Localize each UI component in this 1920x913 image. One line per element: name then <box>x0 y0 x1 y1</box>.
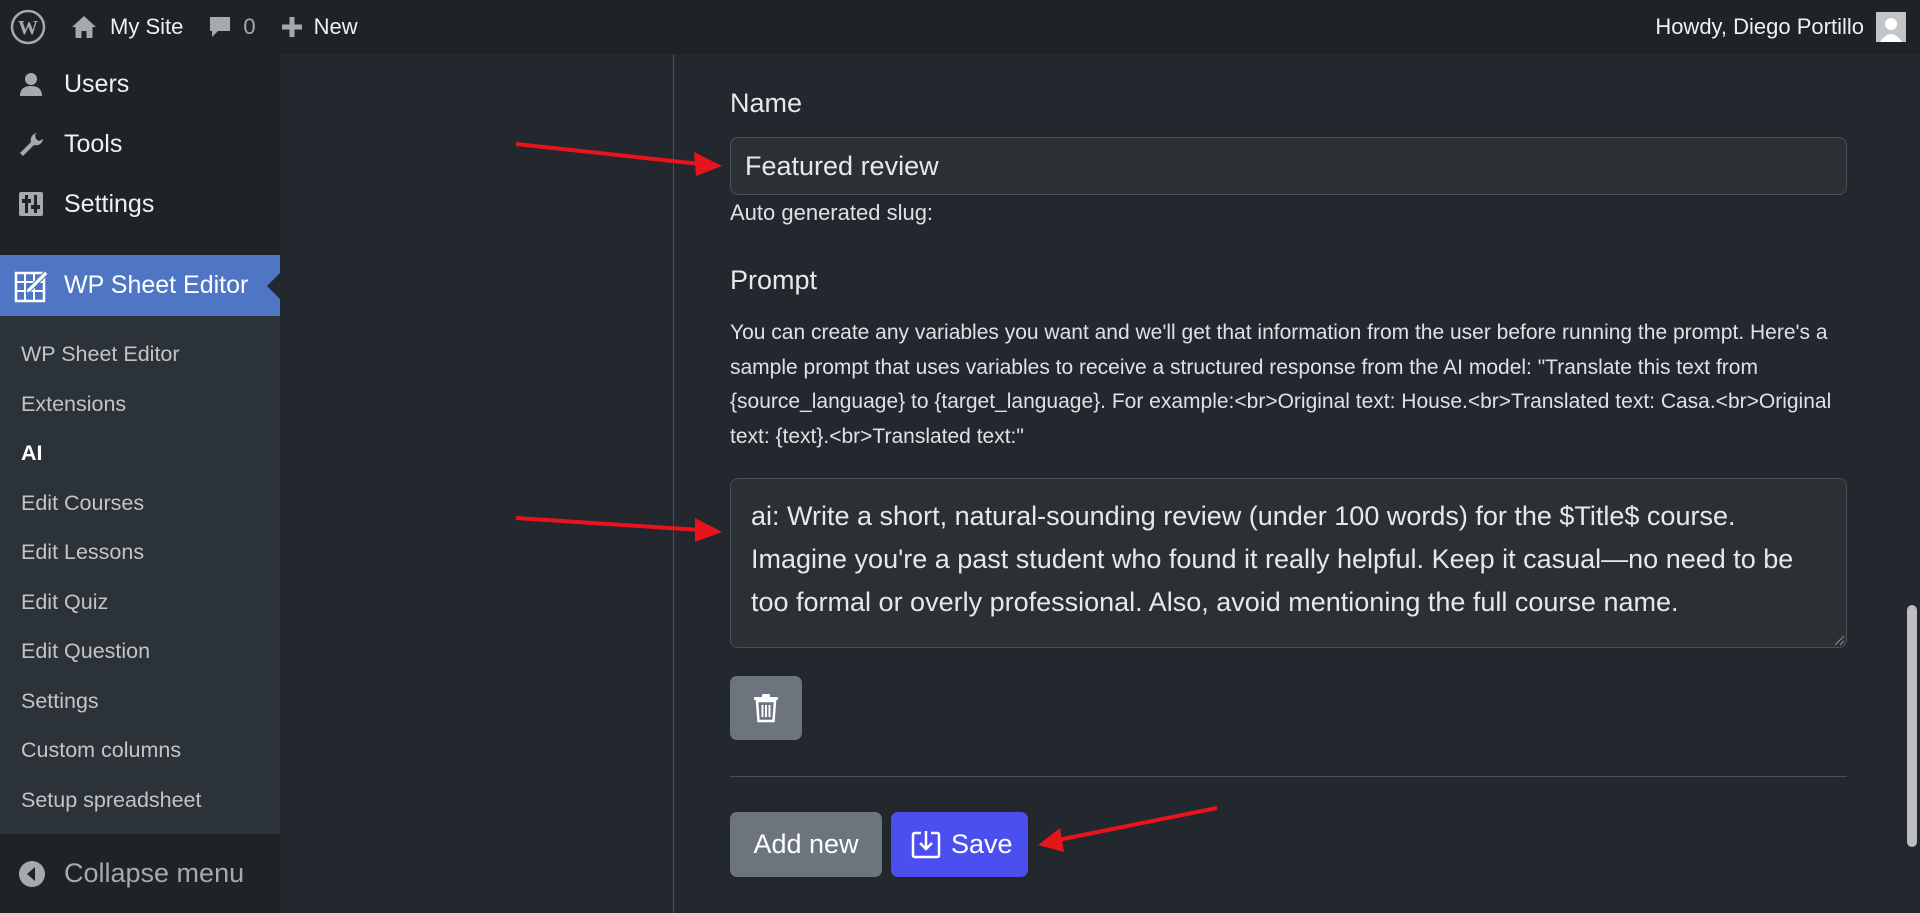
submenu-item-edit-courses[interactable]: Edit Courses <box>0 479 280 529</box>
resize-grip-icon[interactable] <box>1833 634 1845 646</box>
submenu-item-ai[interactable]: AI <box>0 429 280 479</box>
user-icon <box>16 69 46 99</box>
submenu-item-wp-sheet-editor[interactable]: WP Sheet Editor <box>0 330 280 380</box>
howdy-greeting: Howdy, Diego Portillo <box>1655 14 1864 39</box>
save-download-icon <box>911 830 941 860</box>
name-input[interactable] <box>730 137 1847 195</box>
menu-item-label: Users <box>64 69 130 98</box>
slug-label: Auto generated slug: <box>730 200 934 225</box>
trash-icon <box>754 694 778 723</box>
delete-button[interactable] <box>730 676 802 740</box>
save-label: Save <box>951 829 1013 859</box>
menu-item-label: Tools <box>64 129 123 158</box>
plus-icon <box>281 17 302 37</box>
prompt-label: Prompt <box>730 265 818 295</box>
collapse-arrow-icon <box>18 860 46 888</box>
wordpress-logo-button[interactable]: W <box>0 0 64 54</box>
admin-bar: W My Site 0 New Howdy, Diego Portillo <box>0 0 1920 54</box>
submenu-item-edit-quiz[interactable]: Edit Quiz <box>0 578 280 628</box>
arrow-to-name-input <box>515 142 722 176</box>
prompt-help-text: You can create any variables you want an… <box>730 321 1832 448</box>
site-name: My Site <box>110 14 184 39</box>
my-account-link[interactable]: Howdy, Diego Portillo <box>1643 0 1920 54</box>
submenu-item-settings[interactable]: Settings <box>0 677 280 727</box>
spreadsheet-pencil-icon <box>14 269 49 303</box>
menu-item-label: Settings <box>64 189 155 218</box>
submenu-item-custom-columns[interactable]: Custom columns <box>0 726 280 776</box>
scrollbar-thumb[interactable] <box>1907 605 1917 847</box>
form-divider <box>730 776 1847 777</box>
arrow-to-save-button <box>1038 806 1218 852</box>
comments-link[interactable]: 0 <box>195 0 267 54</box>
submenu-item-setup-spreadsheet[interactable]: Setup spreadsheet <box>0 776 280 826</box>
collapse-menu-button[interactable]: Collapse menu <box>0 834 280 913</box>
submenu-item-edit-lessons[interactable]: Edit Lessons <box>0 528 280 578</box>
sliders-icon <box>16 189 46 219</box>
menu-item-label: WP Sheet Editor <box>64 271 249 299</box>
arrow-to-prompt-textarea <box>515 516 722 542</box>
new-label: New <box>313 14 358 39</box>
submenu-item-edit-question[interactable]: Edit Question <box>0 627 280 677</box>
prompt-textarea[interactable]: ai: Write a short, natural-sounding revi… <box>730 478 1847 648</box>
submenu: WP Sheet Editor Extensions AI Edit Cours… <box>0 316 280 888</box>
my-site-link[interactable]: My Site <box>64 0 195 54</box>
column-divider <box>673 54 674 913</box>
avatar <box>1876 12 1906 42</box>
admin-menu: Users Tools Settings WP Sheet Editor WP … <box>0 54 280 913</box>
home-icon <box>72 16 96 38</box>
new-content-link[interactable]: New <box>268 0 370 54</box>
submenu-item-extensions[interactable]: Extensions <box>0 380 280 430</box>
menu-item-wp-sheet-editor[interactable]: WP Sheet Editor <box>0 255 280 316</box>
name-label: Name <box>730 88 803 118</box>
wordpress-logo-icon: W <box>10 9 46 45</box>
comments-count: 0 <box>243 14 256 39</box>
menu-item-tools[interactable]: Tools <box>0 114 280 174</box>
collapse-menu-label: Collapse menu <box>64 858 245 888</box>
wrench-icon <box>16 129 46 159</box>
comment-bubble-icon <box>210 17 231 37</box>
svg-text:W: W <box>18 17 38 39</box>
menu-item-settings[interactable]: Settings <box>0 174 280 234</box>
save-button[interactable]: Save <box>891 812 1028 877</box>
add-new-button[interactable]: Add new <box>730 812 882 877</box>
avatar-placeholder-icon <box>1876 12 1906 42</box>
current-menu-pointer <box>267 273 280 299</box>
menu-item-users[interactable]: Users <box>0 54 280 114</box>
